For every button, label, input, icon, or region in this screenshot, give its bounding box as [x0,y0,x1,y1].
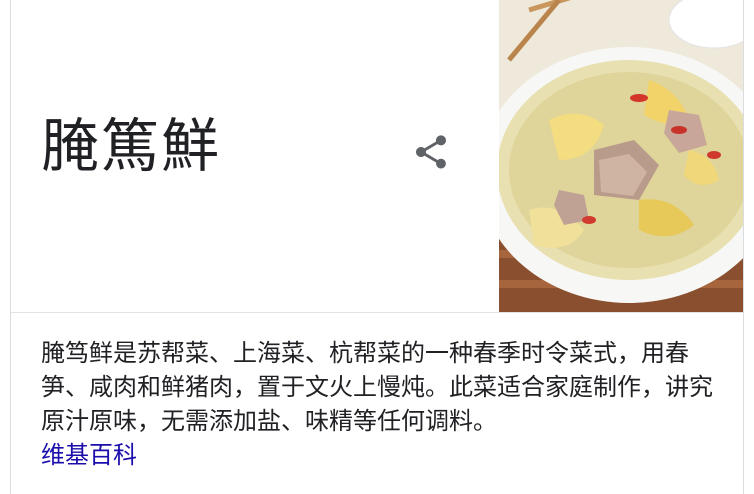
panel-header: 腌篤鮮 [11,0,743,312]
description-text: 腌笃鲜是苏帮菜、上海菜、杭帮菜的一种春季时令菜式，用春笋、咸肉和鲜猪肉，置于文火… [41,339,713,435]
description: 腌笃鲜是苏帮菜、上海菜、杭帮菜的一种春季时令菜式，用春笋、咸肉和鲜猪肉，置于文火… [41,336,713,472]
source-link[interactable]: 维基百科 [41,438,713,472]
knowledge-panel-card: 腌篤鮮 腌笃鲜是苏帮菜、上海菜、杭帮菜的一种春季时令菜式，用春笋、咸肉和鲜猪肉，… [10,0,744,494]
page-title: 腌篤鮮 [41,112,222,180]
section-divider [11,312,743,313]
share-icon [416,135,446,169]
dish-image[interactable] [499,0,743,312]
soup-bowl-illustration [499,0,743,312]
share-button[interactable] [403,124,459,180]
